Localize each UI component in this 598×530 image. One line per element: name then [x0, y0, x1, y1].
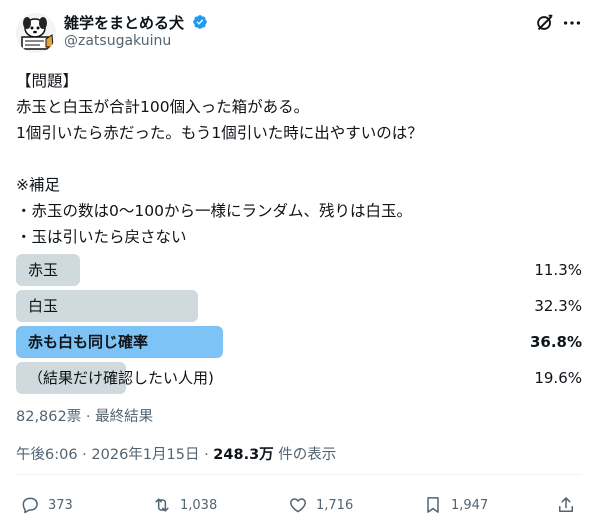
retweet-button[interactable]: 1,038	[152, 494, 217, 516]
verified-badge-icon	[193, 15, 208, 29]
views-suffix: 件の表示	[273, 447, 337, 463]
bookmark-count: 1,947	[451, 497, 489, 513]
retweet-icon	[155, 498, 169, 512]
like-count: 1,716	[316, 497, 354, 513]
poll-option-percent: 11.3%	[534, 261, 582, 279]
reply-count: 373	[48, 497, 73, 513]
poll-option-4: （結果だけ確認したい人用) 19.6%	[16, 362, 582, 394]
poll-option-percent: 19.6%	[534, 369, 582, 387]
share-icon	[559, 497, 573, 512]
share-button[interactable]	[556, 494, 584, 516]
tweet-text: 【問題】 赤玉と白玉が合計100個入った箱がある。 1個引いたら赤だった。もう1…	[16, 72, 423, 246]
divider	[16, 474, 582, 475]
poll-option-percent: 32.3%	[534, 297, 582, 315]
reply-button[interactable]: 373	[20, 494, 73, 516]
author-name-row[interactable]: 雑学をまとめる犬	[64, 12, 208, 33]
poll-option-label: 白玉	[28, 297, 59, 315]
tweet-meta: 午後6:06 · 2026年1月15日 · 248.3万 件の表示	[16, 443, 336, 464]
avatar[interactable]	[16, 13, 56, 53]
poll-option-label: 赤玉	[28, 261, 59, 279]
poll-option-percent: 36.8%	[529, 333, 582, 351]
display-name[interactable]: 雑学をまとめる犬	[64, 14, 184, 32]
like-button[interactable]: 1,716	[288, 494, 353, 516]
grok-icon[interactable]	[534, 12, 556, 34]
dog-avatar-icon	[16, 13, 56, 53]
bookmark-button[interactable]: 1,947	[423, 494, 488, 516]
handle[interactable]: @zatsugakuinu	[64, 33, 171, 49]
more-options-icon[interactable]	[561, 12, 583, 34]
reply-icon	[22, 497, 38, 514]
bookmark-icon	[427, 497, 439, 513]
timestamp[interactable]: 午後6:06 · 2026年1月15日 ·	[16, 447, 213, 463]
poll-option-1: 赤玉 11.3%	[16, 254, 582, 286]
poll-option-label: 赤も白も同じ確率	[28, 333, 149, 351]
views-count: 248.3万	[213, 447, 274, 463]
poll-option-3: 赤も白も同じ確率 36.8%	[16, 326, 582, 358]
poll-summary: 82,862票 · 最終結果	[16, 409, 154, 425]
poll-option-2: 白玉 32.3%	[16, 290, 582, 322]
poll-option-label: （結果だけ確認したい人用)	[28, 369, 214, 387]
retweet-count: 1,038	[180, 497, 218, 513]
heart-icon	[290, 498, 306, 513]
